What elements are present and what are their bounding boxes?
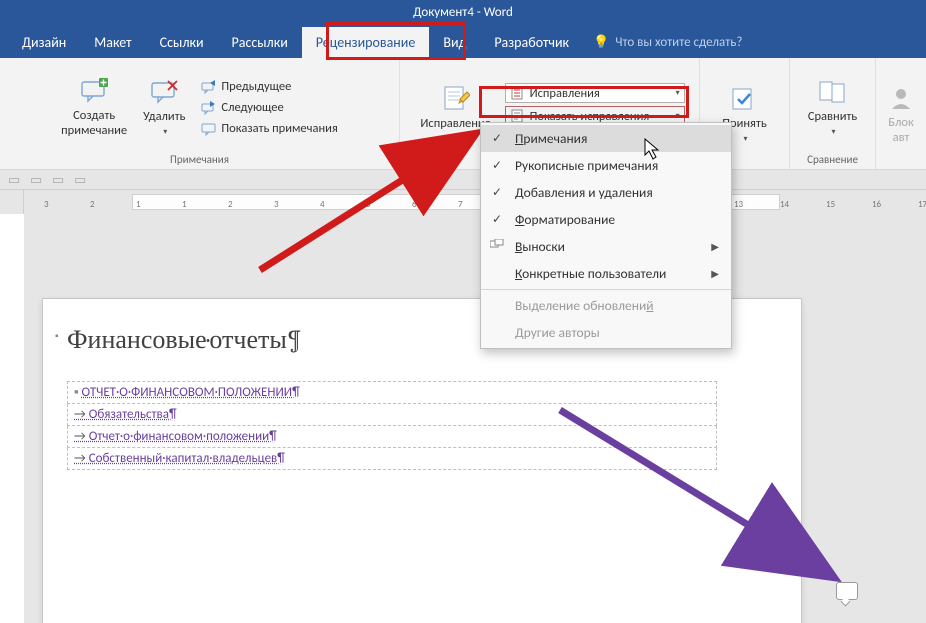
new-comment-icon — [80, 77, 108, 105]
table-row: Обязательства¶ — [68, 404, 717, 426]
dropdown-arrow-icon: ▾ — [676, 111, 680, 121]
menu-item: Другие авторы — [481, 319, 731, 346]
dropdown-arrow-icon: ▾ — [743, 134, 747, 144]
quick-icon[interactable]: ▭ — [30, 173, 44, 187]
list-item: Обязательства¶ — [74, 407, 177, 422]
menu-item-label: Выноски — [515, 238, 565, 255]
menu-item[interactable]: Выноски ▶ — [481, 233, 731, 260]
menu-item[interactable]: ✓Примечания — [481, 125, 731, 152]
menu-item[interactable]: ✓Рукописные примечания — [481, 152, 731, 179]
block-authors-label: Блок авт — [888, 115, 914, 145]
track-changes-icon — [442, 85, 470, 113]
delete-comment-label: Удалить — [143, 109, 185, 124]
comment-indicator-icon[interactable] — [836, 582, 858, 600]
next-comment-icon — [201, 100, 217, 116]
menu-item-label: Добавления и удаления — [515, 184, 653, 201]
show-markup-menu: ✓Примечания✓Рукописные примечания✓Добавл… — [480, 122, 732, 349]
menu-item-label: Другие авторы — [515, 324, 600, 341]
menu-item-label: Рукописные примечания — [515, 157, 658, 174]
table-row: ▪ ОТЧЕТ·О·ФИНАНСОВОМ·ПОЛОЖЕНИИ¶ — [68, 382, 717, 404]
compare-icon — [818, 78, 846, 106]
compare-button[interactable]: Сравнить ▾ — [802, 75, 863, 140]
document-area[interactable]: ФИНАНСОВЫЕ·ОТЧЕТЫ¶ ▪ Финансовые·отчеты¶ … — [24, 214, 926, 623]
delete-comment-button[interactable]: Удалить ▾ — [137, 75, 191, 140]
prev-comment-label: Предыдущее — [221, 79, 291, 94]
tab-layout[interactable]: Макет — [80, 27, 145, 58]
group-compare: Сравнить ▾ Сравнение — [790, 58, 876, 169]
display-for-review-dropdown[interactable]: Исправления ▾ — [505, 83, 685, 103]
tab-review[interactable]: Рецензирование — [302, 27, 430, 58]
show-comments-label: Показать примечания — [221, 121, 337, 136]
menu-item[interactable]: ✓Добавления и удаления — [481, 179, 731, 206]
menu-item-label: Форматирование — [515, 211, 615, 228]
group-compare-label: Сравнение — [807, 153, 858, 169]
tab-mailings[interactable]: Рассылки — [218, 27, 302, 58]
new-comment-button[interactable]: Создать примечание — [55, 74, 133, 141]
title-bar: Документ4 - Word — [0, 0, 926, 26]
show-comments-button[interactable]: Показать примечания — [195, 119, 343, 139]
doc-markup-icon — [510, 85, 526, 101]
tab-view[interactable]: Вид — [429, 27, 480, 58]
show-comments-icon — [201, 121, 217, 137]
lightbulb-icon: 💡 — [593, 35, 609, 50]
ribbon: Создать примечание Удалить ▾ Предыдущее … — [0, 58, 926, 170]
compare-label: Сравнить — [808, 109, 857, 124]
menu-item[interactable]: ✓Форматирование — [481, 206, 731, 233]
quick-toolbar: ▭ ▭ ▭ ▭ — [0, 170, 926, 190]
list-item: Отчет·о·финансовом·положении¶ — [74, 429, 277, 444]
quick-icon[interactable]: ▭ — [74, 173, 88, 187]
group-comments: Создать примечание Удалить ▾ Предыдущее … — [0, 58, 400, 169]
horizontal-ruler[interactable]: 321123456789101112131415161718 — [24, 190, 926, 214]
dropdown-arrow-icon: ▾ — [676, 88, 680, 98]
menu-item-label: Примечания — [515, 130, 587, 147]
ribbon-tabs: Дизайн Макет Ссылки Рассылки Рецензирова… — [0, 26, 926, 58]
section-heading: ОТЧЕТ·О·ФИНАНСОВОМ·ПОЛОЖЕНИИ¶ — [82, 385, 300, 400]
cursor-icon — [644, 138, 662, 165]
quick-icon[interactable]: ▭ — [8, 173, 22, 187]
next-comment-button[interactable]: Следующее — [195, 98, 343, 118]
delete-comment-icon — [150, 78, 178, 106]
tab-references[interactable]: Ссылки — [146, 27, 218, 58]
display-for-review-label: Исправления — [526, 86, 674, 101]
person-icon — [887, 84, 915, 112]
submenu-arrow-icon: ▶ — [711, 240, 719, 253]
prev-comment-icon — [201, 79, 217, 95]
menu-item-label: Конкретные пользователи — [515, 265, 666, 282]
vertical-ruler[interactable] — [0, 190, 24, 214]
new-comment-label: Создать примечание — [61, 108, 127, 138]
group-protect: Блок авт — [876, 58, 926, 169]
tab-developer[interactable]: Разработчик — [480, 27, 583, 58]
menu-item: Выделение обновлений — [481, 292, 731, 319]
ruler-area: 321123456789101112131415161718 — [0, 190, 926, 214]
group-comments-label: Примечания — [170, 153, 229, 169]
menu-item[interactable]: Конкретные пользователи ▶ — [481, 260, 731, 287]
tab-design[interactable]: Дизайн — [8, 27, 80, 58]
content-table: ▪ ОТЧЕТ·О·ФИНАНСОВОМ·ПОЛОЖЕНИИ¶ Обязател… — [67, 381, 717, 470]
dropdown-arrow-icon: ▾ — [163, 127, 167, 137]
list-item: Собственный·капитал·владельцев¶ — [74, 451, 285, 466]
accept-icon — [730, 85, 758, 113]
dropdown-arrow-icon: ▾ — [831, 127, 835, 137]
table-row: Собственный·капитал·владельцев¶ — [68, 448, 717, 470]
block-authors-button[interactable]: Блок авт — [881, 81, 921, 148]
tell-me-label: Что вы хотите сделать? — [615, 35, 742, 50]
window-title: Документ4 - Word — [413, 5, 513, 20]
submenu-arrow-icon: ▶ — [711, 267, 719, 280]
menu-item-label: Выделение обновлений — [515, 297, 654, 314]
next-comment-label: Следующее — [221, 100, 283, 115]
table-row: Отчет·о·финансовом·положении¶ — [68, 426, 717, 448]
tell-me-search[interactable]: 💡 Что вы хотите сделать? — [593, 35, 742, 50]
prev-comment-button[interactable]: Предыдущее — [195, 77, 343, 97]
dropdown-arrow-icon: ▾ — [454, 134, 458, 144]
quick-icon[interactable]: ▭ — [52, 173, 66, 187]
